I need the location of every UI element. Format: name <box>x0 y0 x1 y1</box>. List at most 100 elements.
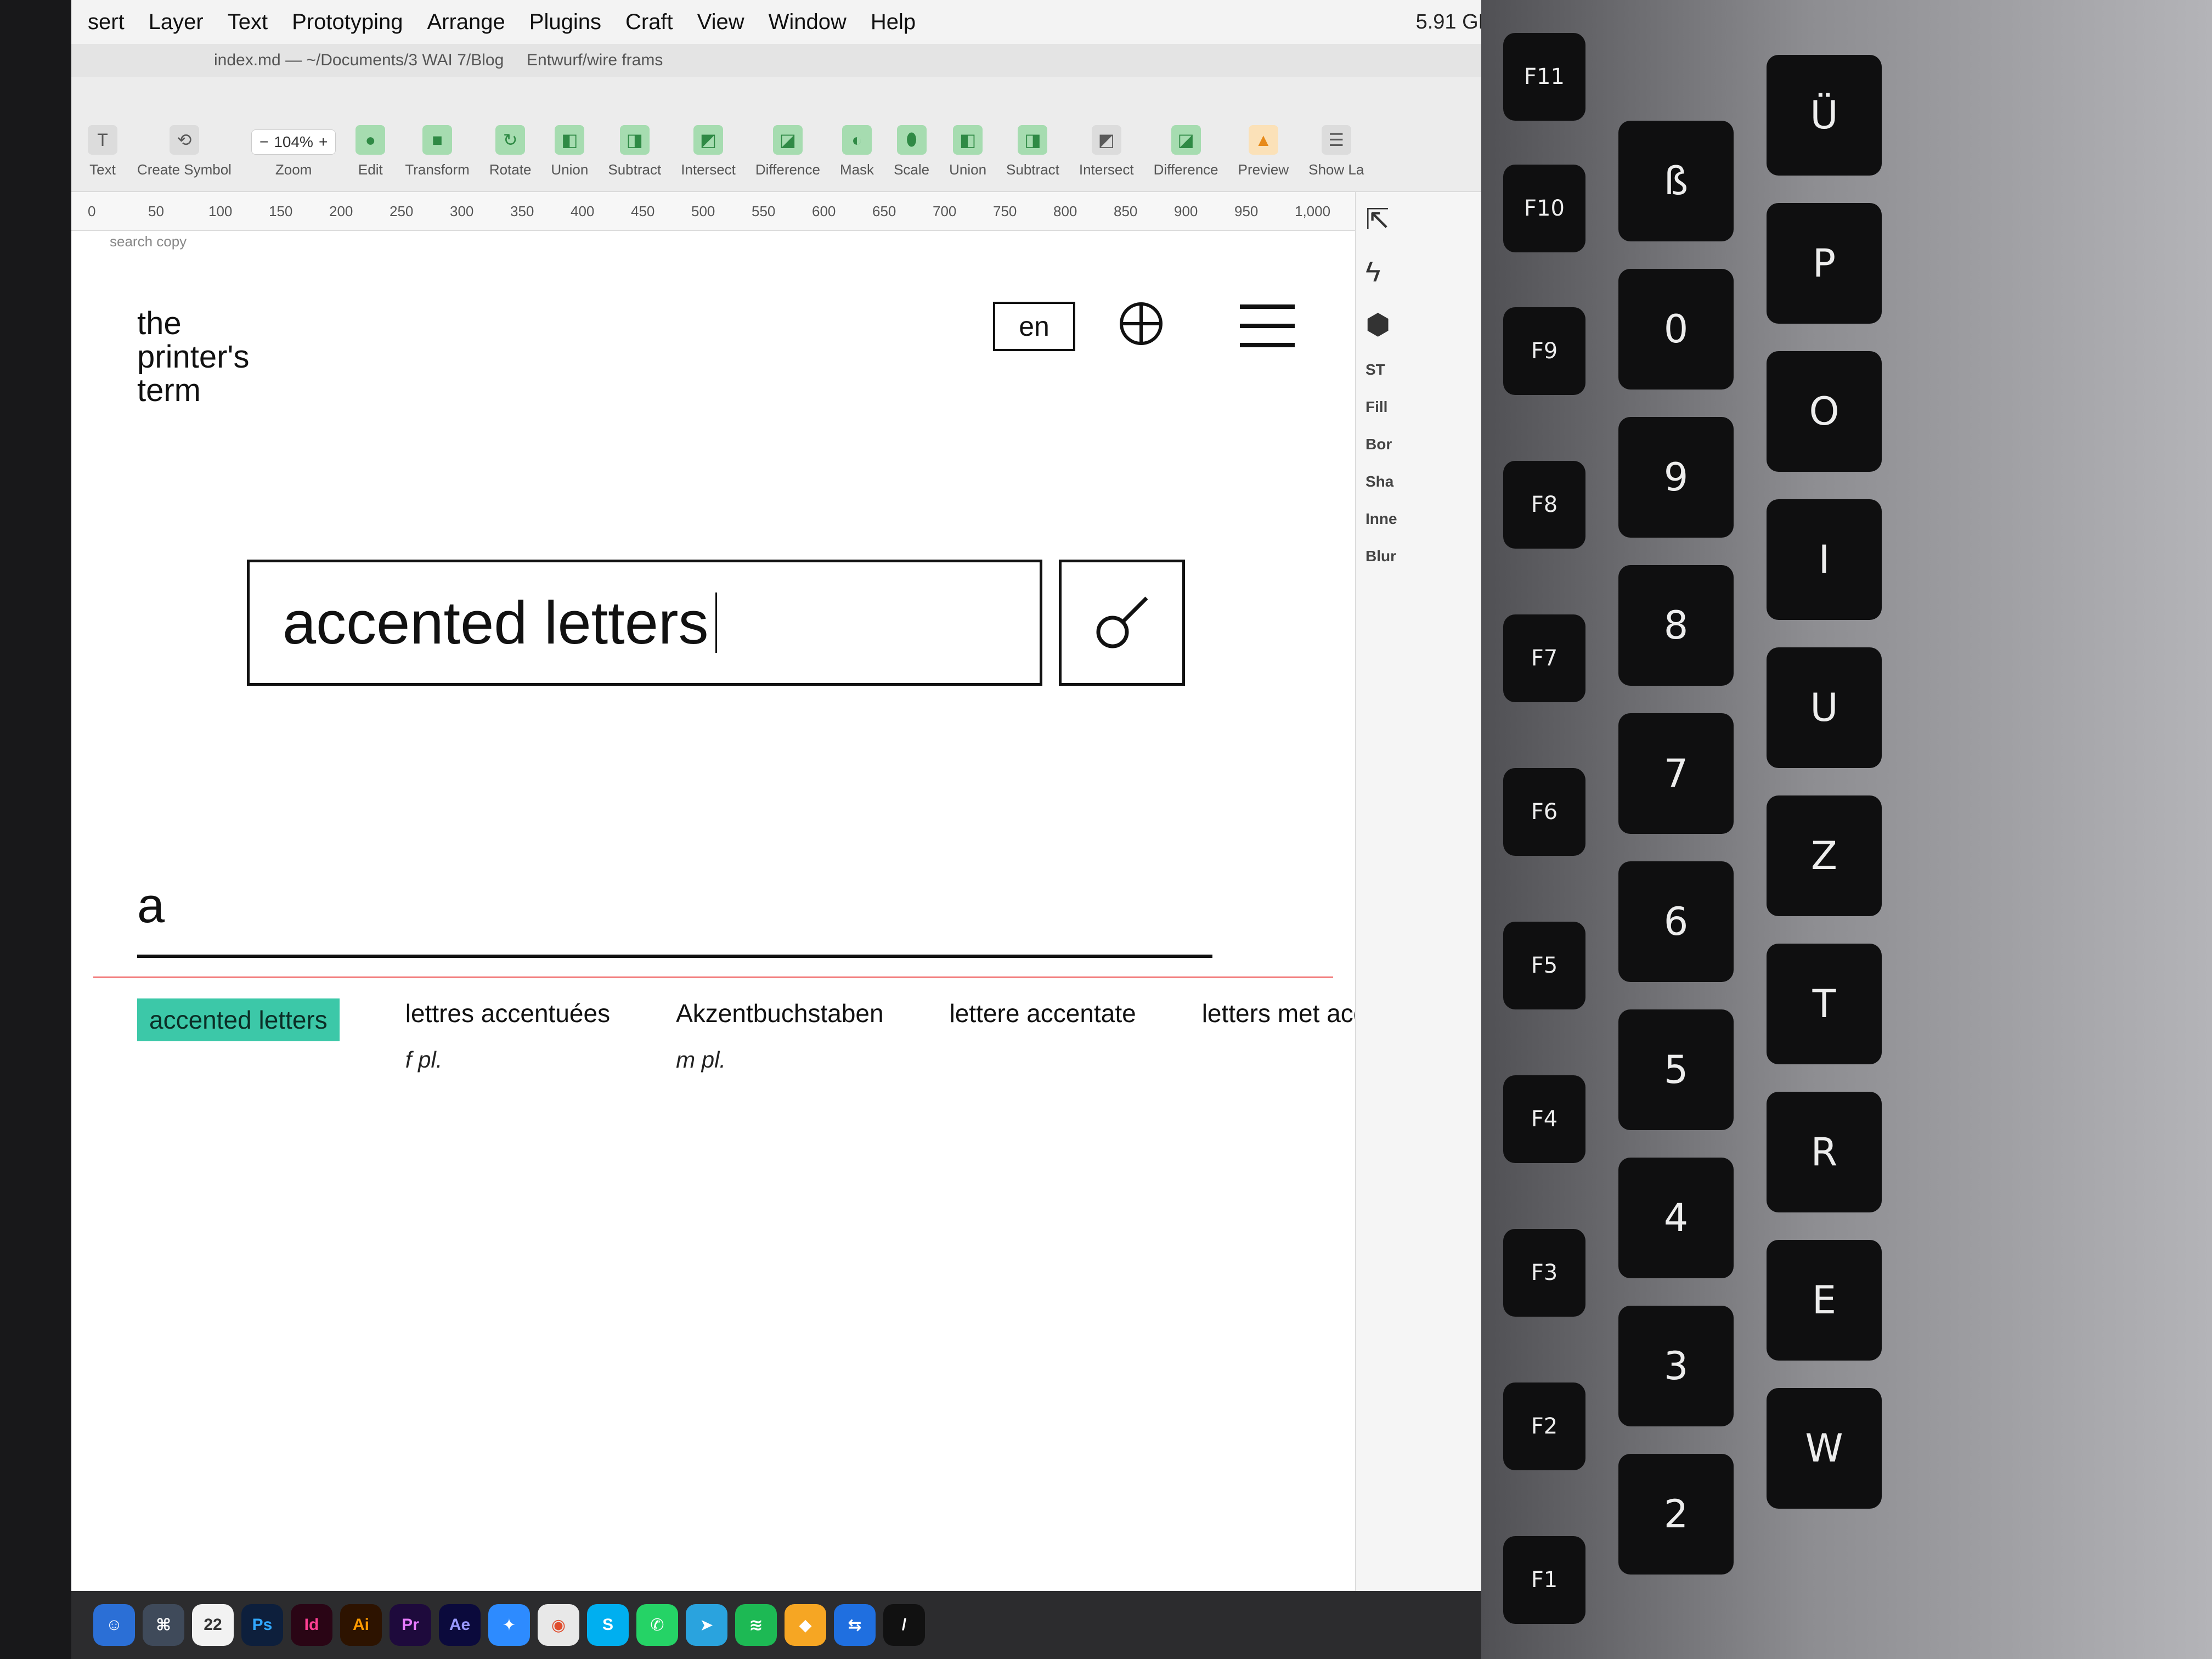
edit-icon: ● <box>356 125 386 155</box>
terminal-icon[interactable]: / <box>883 1604 925 1646</box>
illustrator-icon[interactable]: Ai <box>340 1604 382 1646</box>
ruler-tick: 600 <box>812 203 836 219</box>
key-7: 7 <box>1618 713 1734 834</box>
zoom-label: Zoom <box>275 161 312 178</box>
difference-icon: ◪ <box>772 125 803 155</box>
calendar-icon[interactable]: 22 <box>192 1604 234 1646</box>
sketch-icon[interactable]: ◆ <box>785 1604 826 1646</box>
key-f9: F9 <box>1503 307 1585 395</box>
menu-item-view[interactable]: View <box>697 10 744 35</box>
menu-item-window[interactable]: Window <box>769 10 847 35</box>
edit-tool[interactable]: ● Edit <box>356 125 386 178</box>
panel-shadow-label[interactable]: Sha <box>1365 473 1488 490</box>
lightning-icon[interactable]: ϟ <box>1365 256 1488 289</box>
artboard-label[interactable]: search copy <box>110 233 187 250</box>
key-6: 6 <box>1618 861 1734 982</box>
intersect-tool[interactable]: ◩ Intersect <box>681 125 736 178</box>
transform-icon: ■ <box>422 125 453 155</box>
subtract-tool-2[interactable]: ◨ Subtract <box>1006 125 1059 178</box>
language-button[interactable]: en <box>993 302 1075 351</box>
document-tab[interactable]: index.md — ~/Documents/3 WAI 7/Blog <box>214 51 504 69</box>
create-symbol-tool[interactable]: ⟲ Create Symbol <box>137 125 232 178</box>
launchpad-icon[interactable]: ⌘ <box>143 1604 184 1646</box>
safari-icon[interactable]: ✦ <box>488 1604 530 1646</box>
key-p: P <box>1767 203 1882 324</box>
mask-tool[interactable]: ◐ Mask <box>840 125 874 178</box>
after-effects-icon[interactable]: Ae <box>439 1604 481 1646</box>
key-3: 3 <box>1618 1306 1734 1426</box>
index-letter: a <box>137 878 165 933</box>
intersect-label-2: Intersect <box>1079 161 1134 178</box>
term-chip[interactable]: accented letters <box>137 998 340 1041</box>
difference-tool-2[interactable]: ◪ Difference <box>1154 125 1218 178</box>
premiere-icon[interactable]: Pr <box>390 1604 431 1646</box>
panel-inner-shadow-label[interactable]: Inne <box>1365 510 1488 528</box>
preview-tool[interactable]: ▲ Preview <box>1238 125 1289 178</box>
skype-icon[interactable]: S <box>587 1604 629 1646</box>
panel-border-label[interactable]: Bor <box>1365 436 1488 453</box>
ruler-tick: 850 <box>1114 203 1138 219</box>
menu-item-prototyping[interactable]: Prototyping <box>292 10 403 35</box>
subtract-tool[interactable]: ◨ Subtract <box>608 125 661 178</box>
chrome-icon[interactable]: ◉ <box>538 1604 579 1646</box>
key-f4: F4 <box>1503 1075 1585 1163</box>
document-title-bar: index.md — ~/Documents/3 WAI 7/Blog Entw… <box>71 44 1498 77</box>
key-z: Z <box>1767 795 1882 916</box>
teamviewer-icon[interactable]: ⇆ <box>834 1604 876 1646</box>
scale-tool[interactable]: ⬮ Scale <box>894 125 929 178</box>
indesign-icon[interactable]: Id <box>291 1604 332 1646</box>
menu-item-insert[interactable]: sert <box>88 10 125 35</box>
hamburger-menu-icon[interactable] <box>1234 296 1300 357</box>
zoom-out-icon[interactable]: − <box>259 133 268 151</box>
ruler-tick: 800 <box>1053 203 1077 219</box>
create-symbol-label: Create Symbol <box>137 161 232 178</box>
key-f5: F5 <box>1503 922 1585 1009</box>
telegram-icon[interactable]: ➤ <box>686 1604 727 1646</box>
ruler-tick: 100 <box>208 203 233 219</box>
difference-tool[interactable]: ◪ Difference <box>755 125 820 178</box>
menu-item-plugins[interactable]: Plugins <box>529 10 601 35</box>
scale-label: Scale <box>894 161 930 178</box>
panel-fill-label[interactable]: Fill <box>1365 398 1488 416</box>
zoom-in-icon[interactable]: + <box>319 133 328 151</box>
text-tool[interactable]: T Text <box>88 125 117 178</box>
intersect-tool-2[interactable]: ◩ Intersect <box>1079 125 1134 178</box>
design-canvas[interactable]: the printer's term en accented letters a… <box>71 252 1429 1591</box>
menu-item-arrange[interactable]: Arrange <box>427 10 505 35</box>
toolbar: T Text ⟲ Create Symbol − 104% + Zoom ● E… <box>71 77 1498 192</box>
ruler-tick: 300 <box>450 203 474 219</box>
subtract-icon: ◨ <box>619 125 650 155</box>
show-layers-tool[interactable]: ☰ Show La <box>1308 125 1364 178</box>
key-f1: F1 <box>1503 1536 1585 1624</box>
intersect-icon-2: ◩ <box>1091 125 1121 155</box>
menu-item-layer[interactable]: Layer <box>149 10 204 35</box>
spotify-icon[interactable]: ≋ <box>735 1604 777 1646</box>
photoshop-icon[interactable]: Ps <box>241 1604 283 1646</box>
mask-icon: ◐ <box>842 125 872 155</box>
panel-blur-label[interactable]: Blur <box>1365 548 1488 565</box>
union-label: Union <box>551 161 589 178</box>
search-button[interactable] <box>1059 560 1185 686</box>
ruler-tick: 900 <box>1174 203 1198 219</box>
menu-item-craft[interactable]: Craft <box>625 10 673 35</box>
difference-label-2: Difference <box>1153 161 1218 178</box>
export-icon[interactable]: ⇱ <box>1365 203 1488 236</box>
search-input[interactable]: accented letters <box>247 560 1042 686</box>
menu-item-text[interactable]: Text <box>228 10 268 35</box>
transform-tool[interactable]: ■ Transform <box>405 125 470 178</box>
site-logo[interactable]: the printer's term <box>137 307 249 408</box>
heading-divider <box>137 955 1212 958</box>
whatsapp-icon[interactable]: ✆ <box>636 1604 678 1646</box>
artboard-tab[interactable]: Entwurf/wire frams <box>527 51 663 69</box>
globe-icon[interactable] <box>1114 296 1169 351</box>
zoom-tool[interactable]: − 104% + Zoom <box>251 129 336 178</box>
union-tool-2[interactable]: ◧ Union <box>949 125 986 178</box>
key-2: 2 <box>1618 1454 1734 1575</box>
zoom-control[interactable]: − 104% + <box>251 129 336 155</box>
menu-item-help[interactable]: Help <box>871 10 916 35</box>
finder-icon[interactable]: ☺ <box>93 1604 135 1646</box>
scale-icon: ⬮ <box>896 125 927 155</box>
hexagon-icon[interactable]: ⬢ <box>1365 308 1488 341</box>
rotate-tool[interactable]: ↻ Rotate <box>489 125 531 178</box>
union-tool[interactable]: ◧ Union <box>551 125 588 178</box>
